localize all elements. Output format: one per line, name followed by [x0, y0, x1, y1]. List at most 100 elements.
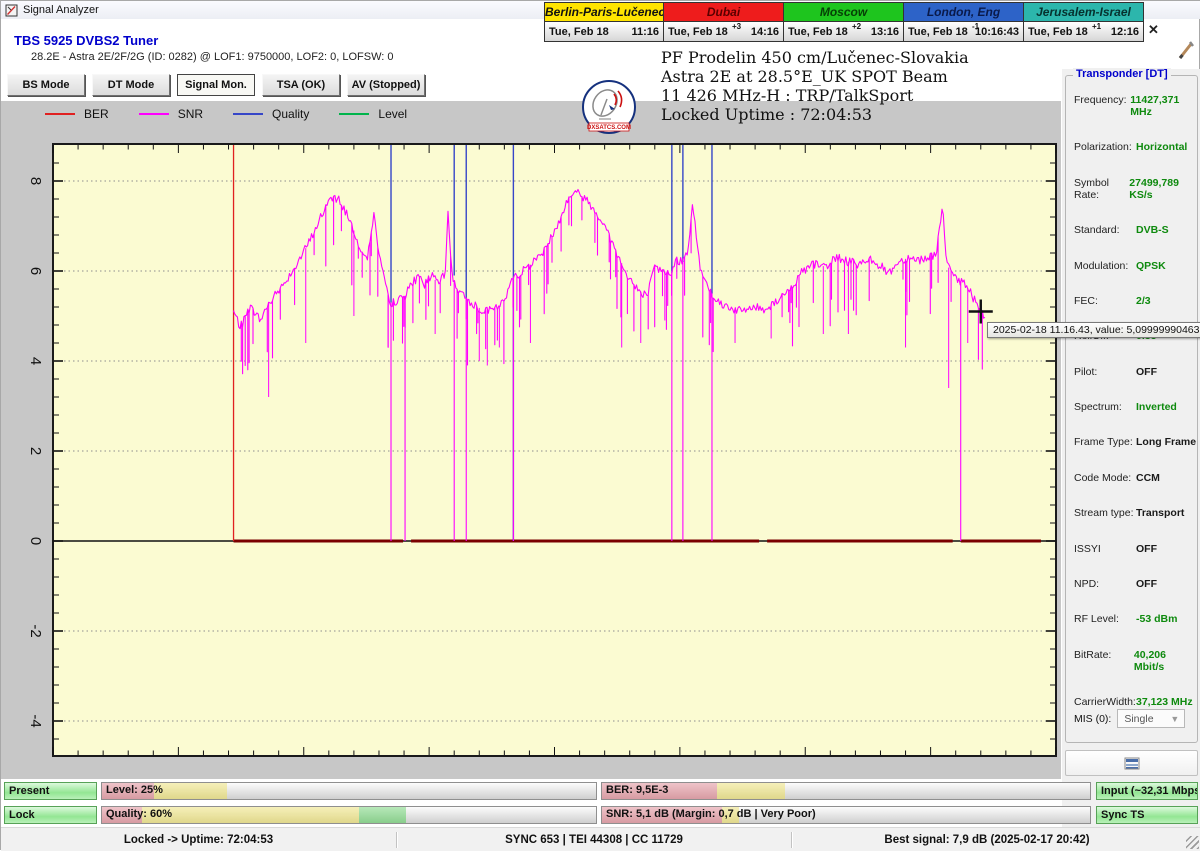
transponder-row-label: Pilot: [1074, 366, 1136, 378]
svg-text:0: 0 [27, 537, 44, 545]
window-title: Signal Analyzer [23, 4, 99, 16]
clock-utc-offset: +2 [852, 22, 861, 31]
clock-4: London, EngTue, Feb 18-110:16:43 [904, 2, 1024, 42]
dxsatcs-logo-text: DXSATCS.COM [587, 125, 631, 131]
tab-bs-mode[interactable]: BS Mode [7, 74, 85, 96]
world-clock-strip: Berlin-Paris-LučenecTue, Feb 1811:16Duba… [544, 2, 1144, 42]
clock-city: Jerusalem-Israel [1024, 3, 1143, 22]
transponder-row: Code Mode:CCM [1074, 472, 1197, 484]
tab-av-stopped-[interactable]: AV (Stopped) [347, 74, 425, 96]
clock-date: Tue, Feb 18 [788, 26, 848, 38]
mis-select[interactable]: Single ▼ [1117, 709, 1185, 728]
tab-signal-mon-[interactable]: Signal Mon. [177, 74, 255, 96]
status-bar: Locked -> Uptime: 72:04:53 SYNC 653 | TE… [1, 827, 1200, 851]
clock-time: Tue, Feb 18 +2 13:16 [784, 22, 903, 41]
clock-value: 10:16:43 [975, 26, 1019, 38]
transponder-row: Standard:DVB-S [1074, 224, 1197, 236]
transponder-row-label: BitRate: [1074, 649, 1134, 673]
input-indicator: Input (~32,31 Mbps) [1096, 782, 1198, 800]
status-sync-counters: SYNC 653 | TEI 44308 | CC 11729 [397, 834, 791, 846]
transponder-row-value: 11427,371 MHz [1130, 94, 1197, 118]
tab-tsa-ok-[interactable]: TSA (OK) [262, 74, 340, 96]
transponder-row-value: -53 dBm [1136, 613, 1177, 625]
transponder-row-value: Horizontal [1136, 141, 1187, 153]
svg-text:4: 4 [27, 357, 44, 365]
stream-list-button[interactable] [1065, 750, 1198, 776]
transponder-row-label: Standard: [1074, 224, 1136, 236]
legend-item-level: Level [339, 107, 407, 121]
transponder-row-label: Spectrum: [1074, 401, 1136, 413]
status-lock-uptime: Locked -> Uptime: 72:04:53 [1, 834, 396, 846]
chart-tooltip: 2025-02-18 11.16.43, value: 5,0999999046… [987, 322, 1200, 338]
signal-chart[interactable]: -4-202468 [1, 101, 1061, 779]
transponder-row-label: Frame Type: [1074, 436, 1136, 448]
svg-text:-4: -4 [27, 714, 44, 727]
svg-text:6: 6 [27, 267, 44, 275]
clock-city: London, Eng [904, 3, 1023, 22]
clock-time: Tue, Feb 18+112:16 [1024, 22, 1143, 41]
transponder-row: BitRate:40,206 Mbit/s [1074, 649, 1197, 673]
pencil-icon[interactable] [1177, 39, 1197, 61]
transponder-row-value: Inverted [1136, 401, 1177, 413]
clock-utc-offset: -1 [972, 22, 979, 31]
clock-time: Tue, Feb 18 11:16 [545, 22, 663, 41]
mis-label: MIS (0): [1074, 713, 1111, 725]
mis-row: MIS (0): Single ▼ [1074, 709, 1200, 728]
transponder-row-value: Long Frame [1136, 436, 1196, 448]
lock-indicator: Lock [4, 806, 97, 824]
quality-label: Quality: 60% [106, 808, 172, 820]
transponder-row: Frame Type:Long Frame [1074, 436, 1197, 448]
clock-1: Berlin-Paris-LučenecTue, Feb 1811:16 [544, 2, 664, 42]
clock-close-icon[interactable]: ✕ [1148, 22, 1159, 38]
transponder-row-label: FEC: [1074, 295, 1136, 307]
clock-city: Dubai [664, 3, 783, 22]
clock-2: DubaiTue, Feb 18+314:16 [664, 2, 784, 42]
present-indicator: Present [4, 782, 97, 800]
transponder-row-value: QPSK [1136, 260, 1166, 272]
signal-analyzer-window: { "window": { "title": "Signal Analyzer"… [0, 0, 1200, 850]
tuner-detail: 28.2E - Astra 2E/2F/2G (ID: 0282) @ LOF1… [31, 51, 394, 63]
snr-label: SNR: 5,1 dB (Margin: 0,7 dB | Very Poor) [606, 808, 816, 820]
clock-value: 11:16 [631, 26, 659, 38]
clock-3: MoscowTue, Feb 18+213:16 [784, 2, 904, 42]
transponder-row-value: 40,206 Mbit/s [1134, 649, 1197, 673]
transponder-panel: Transponder [DT] Frequency:11427,371 MHz… [1062, 69, 1200, 827]
clock-value: 13:16 [871, 26, 899, 38]
transponder-row-label: Symbol Rate: [1074, 177, 1129, 201]
clock-date: Tue, Feb 18 [549, 26, 609, 38]
legend-swatch [339, 113, 369, 115]
legend-label: Level [378, 107, 407, 121]
clock-utc-offset: +3 [732, 22, 741, 31]
transponder-row-label: Stream type: [1074, 507, 1136, 519]
legend-swatch [233, 113, 263, 115]
legend-swatch [139, 113, 169, 115]
svg-text:-2: -2 [27, 624, 44, 637]
legend-item-ber: BER [45, 107, 109, 121]
mis-value: Single [1124, 713, 1153, 725]
sync-indicator: Sync TS [1096, 806, 1198, 824]
resize-grip[interactable] [1186, 836, 1199, 849]
meter-segment [154, 783, 227, 799]
signal-chart-panel: -4-202468 BERSNRQualityLevel [1, 101, 1061, 779]
dxsatcs-logo: DXSATCS.COM [581, 79, 637, 135]
sync-label: Sync TS [1101, 809, 1144, 821]
clock-utc-offset: +1 [1092, 22, 1101, 31]
quality-meter: Quality: 60% [101, 806, 597, 824]
mode-tabs: BS Mode DT Mode Signal Mon. TSA (OK) AV (Sto… [7, 74, 425, 96]
feed-header-line3: 11 426 MHz-H : TRP/TalkSport [661, 86, 1081, 105]
transponder-row-value: 37,123 MHz [1136, 696, 1193, 708]
transponder-row: Modulation:QPSK [1074, 260, 1197, 272]
transponder-row: RF Level:-53 dBm [1074, 613, 1197, 625]
transponder-row-label: Modulation: [1074, 260, 1136, 272]
clock-value: 14:16 [751, 26, 779, 38]
tuner-name: TBS 5925 DVBS2 Tuner [14, 33, 158, 48]
svg-text:2: 2 [27, 447, 44, 455]
transponder-row-label: NPD: [1074, 578, 1136, 590]
transponder-row-value: 27499,789 KS/s [1129, 177, 1197, 201]
feed-header-line4: Locked Uptime : 72:04:53 [661, 105, 1081, 124]
lock-label: Lock [9, 809, 35, 821]
meter-segment [142, 807, 359, 823]
transponder-row-label: Frequency: [1074, 94, 1130, 118]
transponder-row: Frequency:11427,371 MHz [1074, 94, 1197, 118]
tab-dt-mode[interactable]: DT Mode [92, 74, 170, 96]
